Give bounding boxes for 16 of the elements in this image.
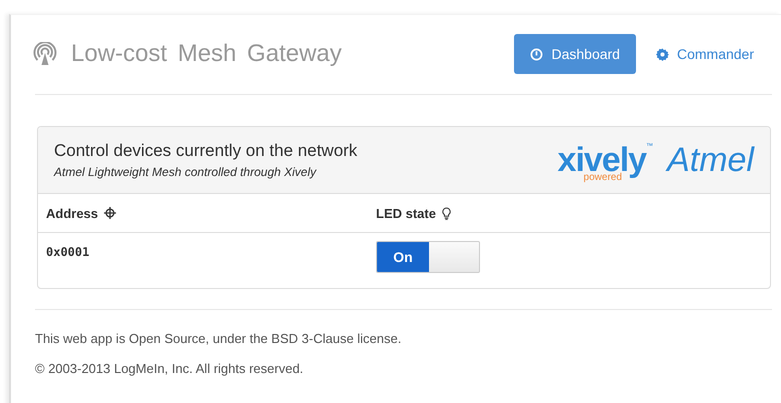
address-cell-text: 0x0001 [46,244,90,259]
settings-icon [656,48,669,60]
column-header: Address [46,206,98,220]
crosshair-icon [104,207,116,219]
atmel-logo: Atmel [667,143,754,177]
footer-text: © 2003-2013 LogMeIn, Inc. All rights reserved. [35,360,304,378]
nav-button[interactable]: Dashboard [514,34,636,74]
nav-button[interactable]: Commander [646,34,764,74]
antenna-icon [33,42,57,66]
panel-title: Control devices currently on the network [54,141,358,161]
panel-subtitle: Atmel Lightweight Mesh controlled through Xively [54,165,318,179]
column-header: LED state [376,206,436,220]
app-title: Low-cost Mesh Gateway [71,40,342,68]
lightbulb-icon [442,206,451,220]
led-toggle[interactable]: On [376,241,480,273]
footer-text: This web app is Open Source, under the BSD 3-Clause license. [35,330,402,348]
